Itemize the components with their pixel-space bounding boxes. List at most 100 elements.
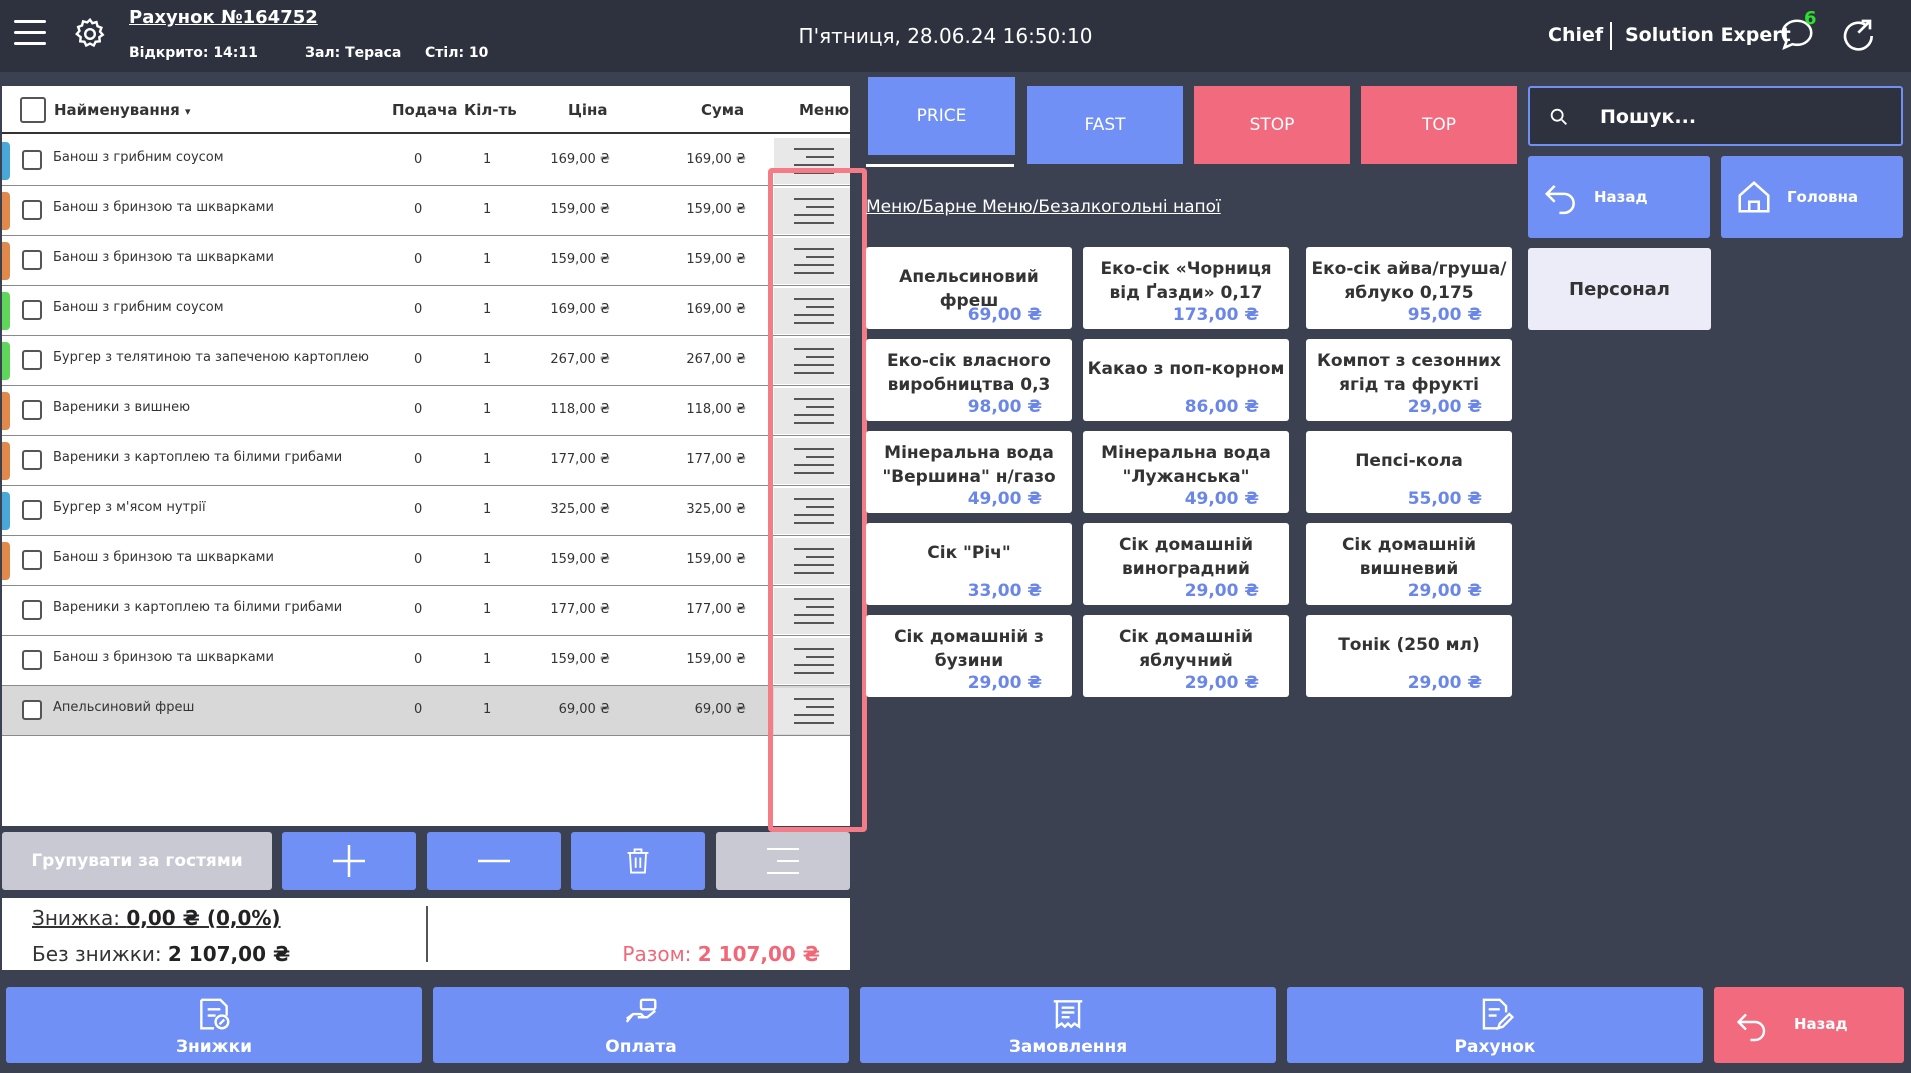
item-sum: 69,00 ₴ xyxy=(694,702,746,717)
totals-panel: Знижка: 0,00 ₴ (0,0%) Без знижки: 2 107,… xyxy=(2,898,850,970)
item-name: Банош з грибним соусом xyxy=(53,300,224,315)
item-name: Апельсиновий фреш xyxy=(53,700,195,715)
table-row[interactable]: Вареники з вишнею 0 1 118,00 ₴ 118,00 ₴ xyxy=(2,386,850,436)
search-input[interactable] xyxy=(1600,102,1890,132)
product-price: 29,00 ₴ xyxy=(1407,673,1482,693)
row-menu-button[interactable] xyxy=(774,488,850,534)
bottom-back-label: Назад xyxy=(1794,1015,1848,1033)
product-card[interactable]: Мінеральна вода "Лужанська" 49,00 ₴ xyxy=(1083,431,1289,513)
chat-badge: 6 xyxy=(1804,8,1817,29)
payment-button[interactable]: Оплата xyxy=(433,987,849,1063)
row-menu-button[interactable] xyxy=(774,538,850,584)
discount-info[interactable]: Знижка: 0,00 ₴ (0,0%) xyxy=(32,906,281,930)
subtract-button[interactable] xyxy=(427,832,561,890)
table-row[interactable]: Бургер з м'ясом нутрії 0 1 325,00 ₴ 325,00 ₴ xyxy=(2,486,850,536)
product-card[interactable]: Сік домашній яблучний 29,00 ₴ xyxy=(1083,615,1289,697)
item-price: 159,00 ₴ xyxy=(550,652,610,667)
item-price: 267,00 ₴ xyxy=(550,352,610,367)
product-card[interactable]: Сік домашній з бузини 29,00 ₴ xyxy=(866,615,1072,697)
item-price: 177,00 ₴ xyxy=(550,452,610,467)
order-button[interactable]: Замовлення xyxy=(860,987,1276,1063)
add-button[interactable] xyxy=(282,832,416,890)
table-row[interactable]: Банош з бринзою та шкварками 0 1 159,00 ₴ 15… xyxy=(2,236,850,286)
row-menu-button[interactable] xyxy=(774,438,850,484)
item-serve: 0 xyxy=(414,652,423,667)
item-serve: 0 xyxy=(414,402,423,417)
product-card[interactable]: Сік домашній виноградний 29,00 ₴ xyxy=(1083,523,1289,605)
row-menu-button[interactable] xyxy=(774,238,850,284)
product-price: 49,00 ₴ xyxy=(1184,489,1259,509)
table-row[interactable]: Вареники з картоплею та білими грибами 0 1… xyxy=(2,586,850,636)
product-card[interactable]: Мінеральна вода "Вершина" н/газо 49,00 ₴ xyxy=(866,431,1072,513)
search-box[interactable] xyxy=(1528,86,1903,146)
row-checkbox[interactable] xyxy=(22,400,42,420)
group-by-guests-button[interactable]: Групувати за гостями xyxy=(2,832,272,890)
item-sum: 159,00 ₴ xyxy=(686,252,746,267)
table-row[interactable]: Апельсиновий фреш 0 1 69,00 ₴ 69,00 ₴ xyxy=(2,686,850,736)
lines-icon xyxy=(794,248,834,274)
table-header: Найменування ▾ Подача Кіл-ть Ціна Сума М… xyxy=(2,86,850,134)
table-row[interactable]: Банош з бринзою та шкварками 0 1 159,00 ₴ 15… xyxy=(2,186,850,236)
delete-button[interactable] xyxy=(571,832,705,890)
item-price: 169,00 ₴ xyxy=(550,152,610,167)
tab-fast[interactable]: FAST xyxy=(1027,86,1183,164)
row-menu-button[interactable] xyxy=(774,138,850,184)
table-row[interactable]: Вареники з картоплею та білими грибами 0 1… xyxy=(2,436,850,486)
product-card[interactable]: Компот з сезонних ягід та фрукті 29,00 ₴ xyxy=(1306,339,1512,421)
staff-button[interactable]: Персонал xyxy=(1528,248,1711,330)
product-card[interactable]: Апельсиновий фреш 69,00 ₴ xyxy=(866,247,1072,329)
product-price: 29,00 ₴ xyxy=(1184,581,1259,601)
row-checkbox[interactable] xyxy=(22,350,42,370)
row-checkbox[interactable] xyxy=(22,550,42,570)
column-name[interactable]: Найменування ▾ xyxy=(54,101,191,119)
course-color-bar xyxy=(2,292,10,330)
row-checkbox[interactable] xyxy=(22,450,42,470)
row-menu-button[interactable] xyxy=(774,388,850,434)
row-menu-button[interactable] xyxy=(774,288,850,334)
row-checkbox[interactable] xyxy=(22,650,42,670)
product-card[interactable]: Какао з поп-корном 86,00 ₴ xyxy=(1083,339,1289,421)
item-serve: 0 xyxy=(414,552,423,567)
row-checkbox[interactable] xyxy=(22,600,42,620)
table-row[interactable]: Банош з грибним соусом 0 1 169,00 ₴ 169,00 ₴ xyxy=(2,286,850,336)
header-divider xyxy=(1610,22,1612,50)
discounts-button[interactable]: Знижки xyxy=(6,987,422,1063)
exit-arrow-icon[interactable] xyxy=(1840,16,1880,56)
row-checkbox[interactable] xyxy=(22,700,42,720)
product-price: 173,00 ₴ xyxy=(1172,305,1259,325)
product-card[interactable]: Еко-сік айва/груша/ яблуко 0,175 95,00 ₴ xyxy=(1306,247,1512,329)
row-checkbox[interactable] xyxy=(22,250,42,270)
row-checkbox[interactable] xyxy=(22,200,42,220)
product-card[interactable]: Еко-сік власного виробництва 0,3 98,00 ₴ xyxy=(866,339,1072,421)
tab-stop[interactable]: STOP xyxy=(1194,86,1350,164)
tab-top[interactable]: TOP xyxy=(1361,86,1517,164)
breadcrumb[interactable]: Меню/Барне Меню/Безалкогольні напої xyxy=(866,197,1221,217)
row-checkbox[interactable] xyxy=(22,300,42,320)
back-arrow-icon xyxy=(1736,1013,1766,1042)
tab-price[interactable]: PRICE xyxy=(868,77,1015,155)
product-card[interactable]: Пепсі-кола 55,00 ₴ xyxy=(1306,431,1512,513)
table-row[interactable]: Банош з бринзою та шкварками 0 1 159,00 ₴ 15… xyxy=(2,636,850,686)
lines-button[interactable] xyxy=(716,832,850,890)
row-menu-button[interactable] xyxy=(774,188,850,234)
home-button[interactable]: Головна xyxy=(1721,156,1903,238)
product-card[interactable]: Тонік (250 мл) 29,00 ₴ xyxy=(1306,615,1512,697)
back-button[interactable]: Назад xyxy=(1528,156,1710,238)
product-card[interactable]: Еко-сік «Чорниця від Ґазди» 0,17 173,00 ₴ xyxy=(1083,247,1289,329)
row-menu-button[interactable] xyxy=(774,338,850,384)
table-row[interactable]: Бургер з телятиною та запеченою картопле… xyxy=(2,336,850,386)
product-price: 33,00 ₴ xyxy=(967,581,1042,601)
row-menu-button[interactable] xyxy=(774,588,850,634)
product-card[interactable]: Сік "Річ" 33,00 ₴ xyxy=(866,523,1072,605)
row-menu-button[interactable] xyxy=(774,688,850,734)
product-card[interactable]: Сік домашній вишневий 29,00 ₴ xyxy=(1306,523,1512,605)
row-menu-button[interactable] xyxy=(774,638,850,684)
bill-button[interactable]: Рахунок xyxy=(1287,987,1703,1063)
select-all-checkbox[interactable] xyxy=(20,97,46,123)
row-checkbox[interactable] xyxy=(22,500,42,520)
bottom-back-button[interactable]: Назад xyxy=(1714,987,1904,1063)
table-row[interactable]: Банош з грибним соусом 0 1 169,00 ₴ 169,00 ₴ xyxy=(2,136,850,186)
row-checkbox[interactable] xyxy=(22,150,42,170)
product-name: Компот з сезонних ягід та фрукті xyxy=(1317,351,1501,395)
table-row[interactable]: Банош з бринзою та шкварками 0 1 159,00 ₴ 15… xyxy=(2,536,850,586)
